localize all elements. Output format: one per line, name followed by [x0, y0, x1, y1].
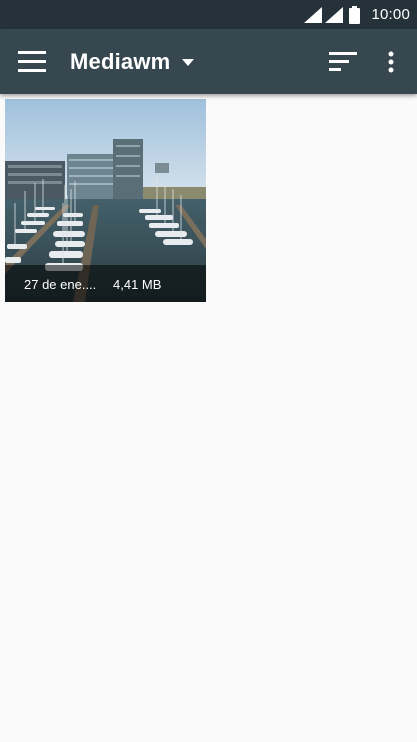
sort-button[interactable] — [324, 47, 362, 77]
wifi-signal-icon — [304, 7, 322, 23]
battery-icon — [349, 6, 360, 24]
cell-signal-icon — [325, 7, 343, 23]
more-options-button[interactable] — [380, 47, 402, 77]
app-bar: Mediawm — [0, 29, 417, 94]
status-time: 10:00 — [371, 6, 410, 23]
album-selector-dropdown[interactable]: Mediawm — [70, 49, 195, 75]
navigation-menu-button[interactable] — [14, 47, 50, 77]
hamburger-menu-icon — [18, 51, 46, 72]
dropdown-caret-icon — [182, 58, 195, 66]
media-size: 4,41 MB — [113, 277, 162, 292]
sort-icon — [329, 52, 357, 71]
media-date: 27 de ene.... — [24, 277, 97, 292]
more-vertical-icon — [388, 51, 394, 73]
page-title: Mediawm — [70, 49, 171, 74]
media-caption: 27 de ene.... 4,41 MB — [5, 265, 206, 302]
media-tile[interactable]: 27 de ene.... 4,41 MB — [5, 99, 206, 302]
status-bar: 10:00 — [0, 0, 417, 29]
